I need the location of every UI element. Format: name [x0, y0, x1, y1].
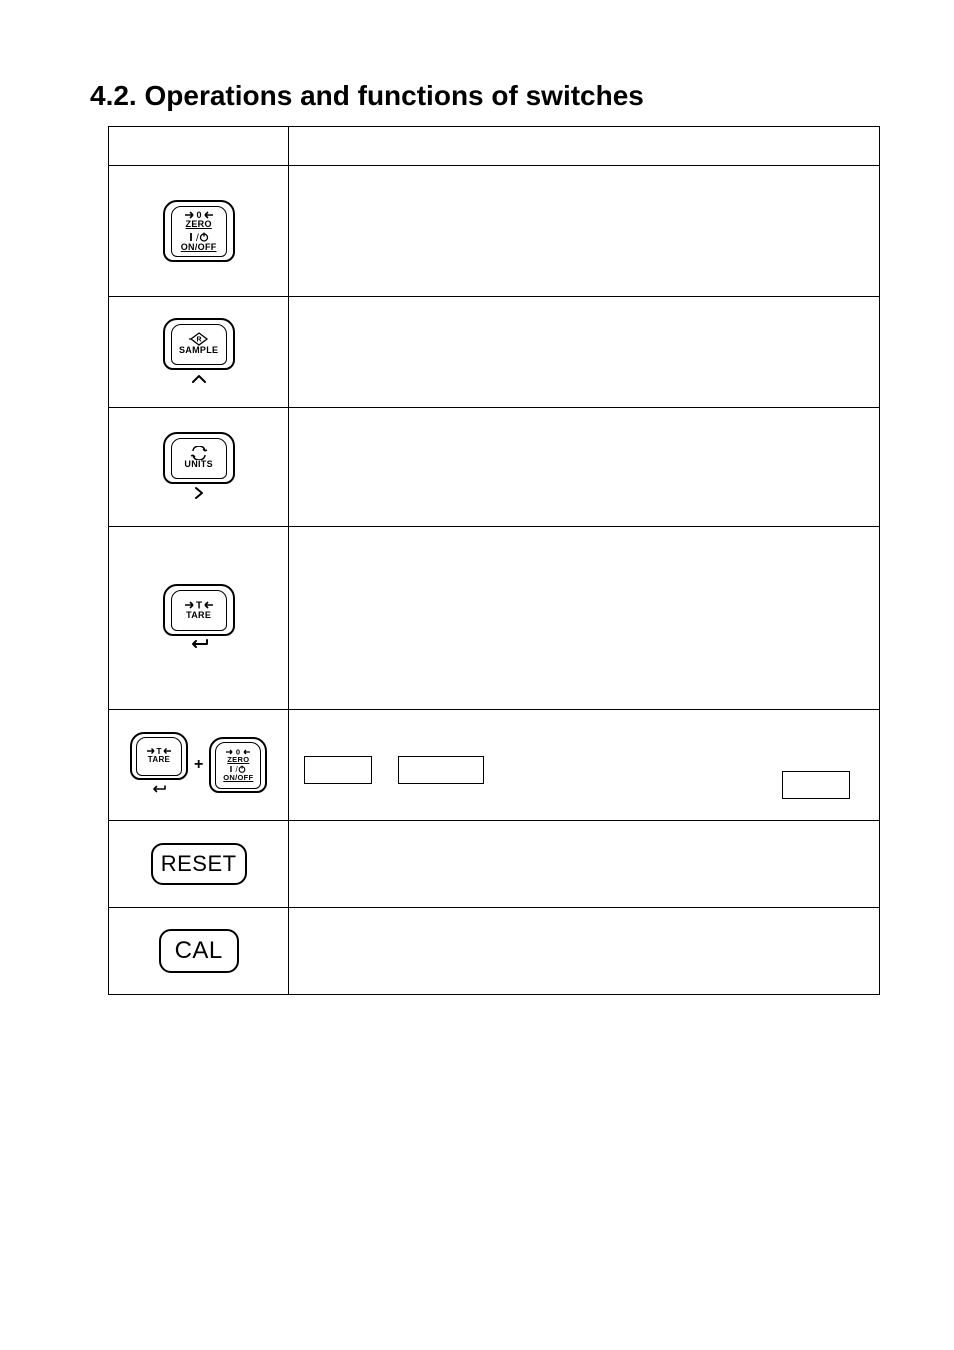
zero-label-small: ZERO: [227, 756, 249, 764]
sample-label: SAMPLE: [179, 346, 218, 355]
switch-function-table: 0 ZERO /: [108, 126, 880, 995]
right-nav-icon: [110, 486, 287, 503]
sample-key[interactable]: R SAMPLE: [163, 318, 235, 370]
tare-label-small: TARE: [148, 756, 170, 764]
onoff-label-small: ON/OFF: [223, 774, 253, 782]
function-cell-reset: [289, 821, 880, 908]
table-row: T TARE: [109, 527, 880, 710]
function-cell-sample: [289, 297, 880, 408]
function-cell-cal: [289, 908, 880, 995]
function-cell-combo: [289, 710, 880, 821]
power-symbol: /: [188, 231, 210, 243]
units-label: UNITS: [184, 460, 213, 469]
tare-key-small[interactable]: T TARE: [130, 732, 188, 780]
placeholder-box: [304, 756, 372, 784]
function-cell-zero-onoff: [289, 166, 880, 297]
zero-onoff-key-small[interactable]: 0 ZERO / ON/OFF: [209, 737, 267, 793]
reset-key[interactable]: RESET: [151, 843, 247, 885]
switch-cell-tare-plus-onoff: T TARE +: [109, 710, 289, 821]
cycle-icon: [190, 446, 208, 460]
placeholder-box: [782, 771, 850, 799]
onoff-label: ON/OFF: [181, 243, 217, 252]
switch-cell-reset: RESET: [109, 821, 289, 908]
up-nav-icon: [110, 372, 287, 387]
power-icon: /: [188, 231, 210, 243]
zero-label: ZERO: [186, 220, 212, 229]
svg-text:/: /: [196, 233, 199, 243]
switch-cell-cal: CAL: [109, 908, 289, 995]
switch-cell-tare: T TARE: [109, 527, 289, 710]
svg-text:R: R: [196, 336, 201, 343]
header-switch-cell: [109, 127, 289, 166]
tare-label: TARE: [186, 611, 211, 620]
table-row: 0 ZERO /: [109, 166, 880, 297]
zero-onoff-key[interactable]: 0 ZERO /: [163, 200, 235, 262]
enter-nav-icon: [110, 638, 287, 653]
table-row: RESET: [109, 821, 880, 908]
cal-key[interactable]: CAL: [159, 929, 239, 973]
enter-nav-icon-small: [151, 781, 167, 799]
units-key[interactable]: UNITS: [163, 432, 235, 484]
table-row: UNITS: [109, 408, 880, 527]
switch-cell-units: UNITS: [109, 408, 289, 527]
plus-symbol: +: [194, 756, 203, 774]
section-heading: 4.2. Operations and functions of switche…: [90, 80, 884, 112]
function-cell-tare: [289, 527, 880, 710]
placeholder-box: [398, 756, 484, 784]
function-cell-units: [289, 408, 880, 527]
arrows-t-icon: T: [184, 599, 214, 611]
switch-cell-sample: R SAMPLE: [109, 297, 289, 408]
table-row: CAL: [109, 908, 880, 995]
switch-cell-zero-onoff: 0 ZERO /: [109, 166, 289, 297]
table-row: R SAMPLE: [109, 297, 880, 408]
tare-key[interactable]: T TARE: [163, 584, 235, 636]
header-function-cell: [289, 127, 880, 166]
diamond-r-icon: R: [189, 332, 209, 346]
table-row: T TARE +: [109, 710, 880, 821]
table-header-row: [109, 127, 880, 166]
